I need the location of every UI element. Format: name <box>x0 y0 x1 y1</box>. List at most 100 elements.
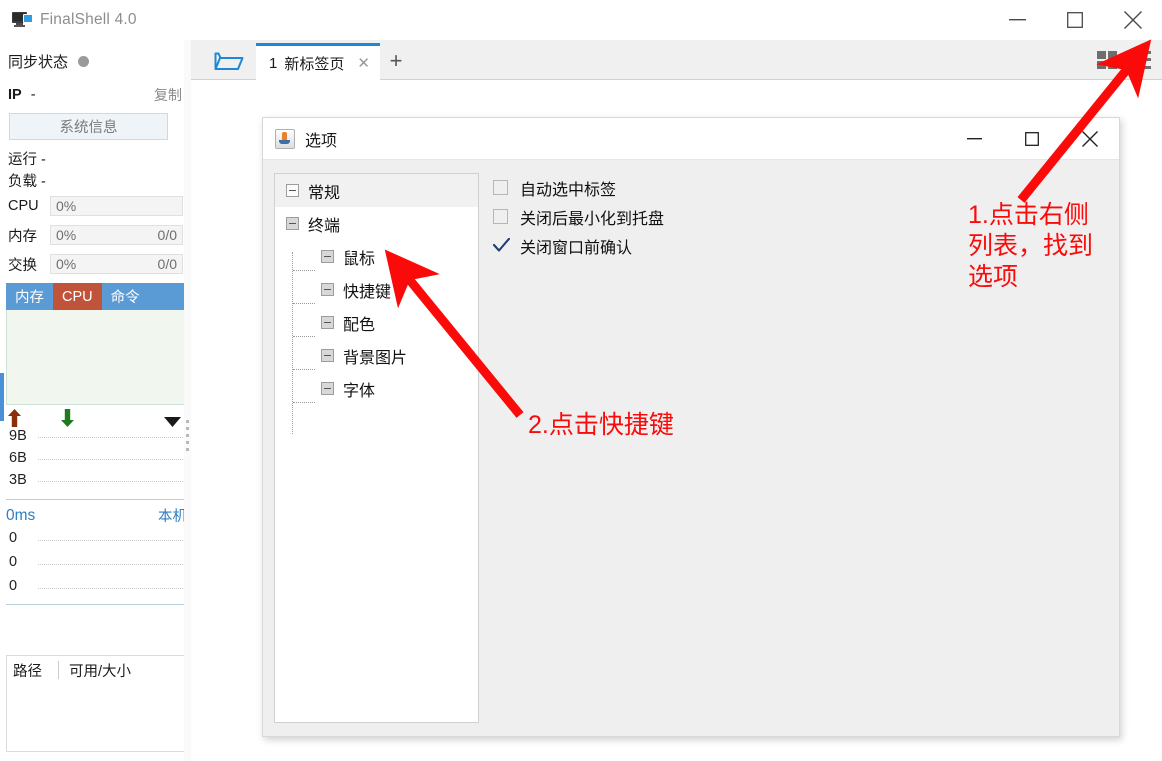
process-tab-bar: 内存 CPU 命令 <box>6 283 187 310</box>
option-auto-select-tab-label: 自动选中标签 <box>520 181 617 199</box>
memory-gauge-detail: 0/0 <box>157 227 177 243</box>
swap-gauge-percent: 0% <box>56 256 77 272</box>
minus-box-icon[interactable] <box>286 217 299 230</box>
memory-gauge-field: 0% 0/0 <box>50 225 183 245</box>
annotation-step-1: 1.点击右侧 列表，找到 选项 <box>968 201 1094 291</box>
tab-label: 新标签页 <box>284 55 345 73</box>
network-traffic-graph: 9B 6B 3B <box>6 428 187 500</box>
disk-panel: 路径 可用/大小 <box>6 655 187 752</box>
sidebar-splitter[interactable] <box>184 40 191 761</box>
cpu-gauge-field: 0% <box>50 196 183 216</box>
process-tab-command[interactable]: 命令 <box>102 283 149 310</box>
tree-item-general-label: 常规 <box>308 184 341 202</box>
finalshell-window: FinalShell 4.0 同步状态 IP - 复制 系统信息 运行 - 负载… <box>0 0 1162 761</box>
disk-path-header: 路径 <box>13 663 42 680</box>
net-axis-label-2: 6B <box>9 450 27 466</box>
app-identity: FinalShell 4.0 <box>12 0 137 40</box>
checkbox-confirm-before-close[interactable] <box>493 238 510 253</box>
ip-row: IP - 复制 <box>8 85 182 105</box>
app-title: FinalShell 4.0 <box>40 11 137 28</box>
minimize-button[interactable] <box>988 0 1046 40</box>
net-axis-label-3: 3B <box>9 472 27 488</box>
java-app-icon <box>275 128 295 149</box>
network-toolbar <box>0 408 190 430</box>
cpu-gauge-label: CPU <box>8 198 39 214</box>
minus-box-icon[interactable] <box>321 349 334 362</box>
tree-item-background-image[interactable]: 背景图片 <box>275 339 478 372</box>
process-tab-cpu[interactable]: CPU <box>53 283 102 310</box>
latency-host: 本机 <box>158 509 187 525</box>
tab-new-session[interactable]: 1 新标签页 ✕ <box>256 43 380 80</box>
tree-item-font[interactable]: 字体 <box>275 372 478 405</box>
sync-status-row: 同步状态 <box>8 51 90 72</box>
minus-box-icon[interactable] <box>321 250 334 263</box>
latency-header: 0ms 本机 <box>6 505 187 526</box>
option-auto-select-tab[interactable]: 自动选中标签 <box>493 173 1053 202</box>
copy-ip-button[interactable]: 复制 <box>154 85 182 105</box>
tree-item-mouse[interactable]: 鼠标 <box>275 240 478 273</box>
uptime-value: - <box>41 152 46 168</box>
monitor-icon <box>12 11 33 29</box>
tree-item-colors-label: 配色 <box>343 316 376 334</box>
new-tab-button[interactable]: + <box>379 43 413 78</box>
minus-box-icon[interactable] <box>286 184 299 197</box>
tree-item-general[interactable]: 常规 <box>275 174 478 207</box>
grid-icon[interactable] <box>1097 50 1117 69</box>
hamburger-menu-icon[interactable] <box>1127 50 1151 69</box>
swap-gauge-detail: 0/0 <box>157 256 177 272</box>
latency-axis-label-1: 0 <box>9 530 18 546</box>
option-confirm-before-close-label: 关闭窗口前确认 <box>520 239 633 257</box>
load-row: 负载 - <box>8 170 46 191</box>
process-list[interactable] <box>6 310 187 405</box>
swap-gauge-label: 交换 <box>8 257 37 274</box>
disk-header-row: 路径 可用/大小 <box>7 656 186 684</box>
tree-item-terminal-label: 终端 <box>308 217 341 235</box>
annotation-step-2: 2.点击快捷键 <box>528 411 674 439</box>
dialog-title-text: 选项 <box>305 132 338 150</box>
minus-box-icon[interactable] <box>321 283 334 296</box>
tree-item-mouse-label: 鼠标 <box>343 250 376 268</box>
latency-axis-label-2: 0 <box>9 554 18 570</box>
tab-index: 1 <box>269 54 278 72</box>
dialog-titlebar: 选项 <box>263 118 1119 160</box>
tree-item-terminal[interactable]: 终端 <box>275 207 478 240</box>
uptime-label: 运行 <box>8 152 37 168</box>
memory-gauge-percent: 0% <box>56 227 77 243</box>
tree-item-shortcuts[interactable]: 快捷键 <box>275 273 478 306</box>
process-tab-memory[interactable]: 内存 <box>6 283 53 310</box>
left-sidebar: 同步状态 IP - 复制 系统信息 运行 - 负载 - CPU 0% 内存 0%… <box>0 40 191 761</box>
cpu-gauge-percent: 0% <box>56 198 77 214</box>
disk-size-header: 可用/大小 <box>69 663 132 680</box>
memory-gauge-row: 内存 0% 0/0 <box>8 224 183 246</box>
settings-tree[interactable]: 常规 终端 鼠标 快捷键 配色 背景图片 字体 <box>274 173 479 723</box>
cpu-gauge-row: CPU 0% <box>8 195 183 217</box>
ip-value: - <box>30 87 36 103</box>
sync-status-label: 同步状态 <box>8 54 69 71</box>
checkbox-auto-select-tab[interactable] <box>493 180 508 195</box>
load-label: 负载 <box>8 174 37 190</box>
memory-gauge-label: 内存 <box>8 228 37 245</box>
tab-strip: 1 新标签页 ✕ + <box>191 40 1162 80</box>
window-controls <box>988 0 1162 40</box>
checkbox-minimize-to-tray[interactable] <box>493 209 508 224</box>
close-button[interactable] <box>1104 0 1162 40</box>
tree-item-shortcuts-label: 快捷键 <box>343 283 392 301</box>
swap-gauge-field: 0% 0/0 <box>50 254 183 274</box>
dialog-close-button[interactable] <box>1061 118 1119 160</box>
dialog-minimize-button[interactable] <box>945 118 1003 160</box>
dialog-maximize-button[interactable] <box>1003 118 1061 160</box>
latency-graph: 0 0 0 <box>6 530 187 605</box>
latency-axis-label-3: 0 <box>9 578 18 594</box>
open-folder-icon[interactable] <box>202 43 256 78</box>
tab-tools <box>1097 40 1162 79</box>
latency-value: 0ms <box>6 506 36 524</box>
tree-item-colors[interactable]: 配色 <box>275 306 478 339</box>
system-info-button[interactable]: 系统信息 <box>9 113 168 140</box>
minus-box-icon[interactable] <box>321 316 334 329</box>
load-value: - <box>41 174 46 190</box>
maximize-button[interactable] <box>1046 0 1104 40</box>
net-axis-label-1: 9B <box>9 428 27 444</box>
minus-box-icon[interactable] <box>321 382 334 395</box>
main-titlebar: FinalShell 4.0 <box>0 0 1162 41</box>
tab-close-icon[interactable]: ✕ <box>357 56 370 71</box>
